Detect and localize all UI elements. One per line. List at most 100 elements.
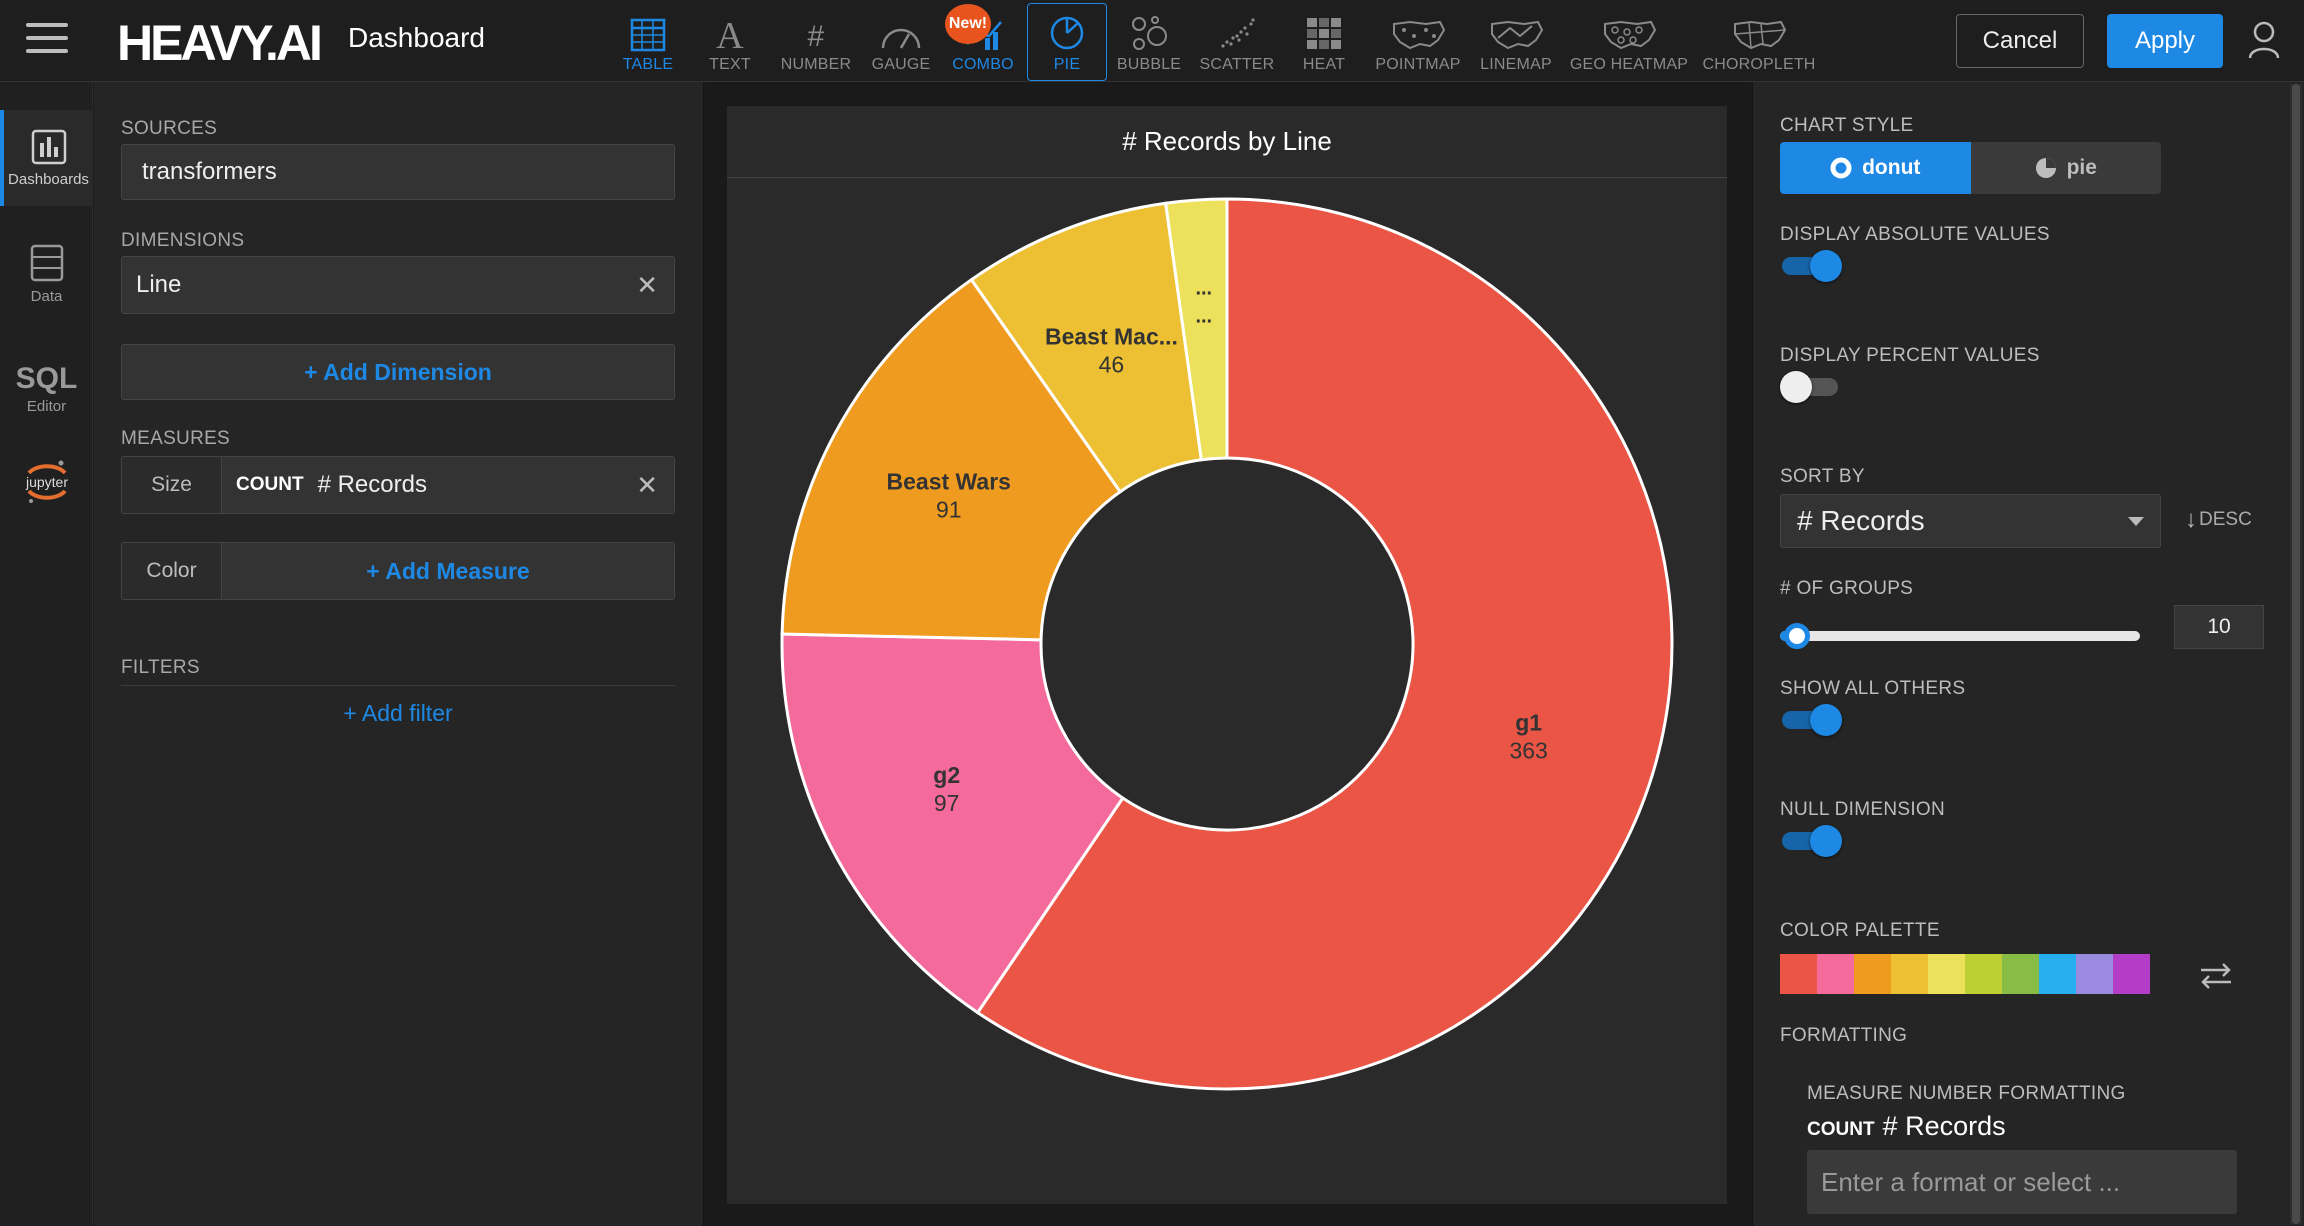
show-all-others-label: SHOW ALL OTHERS: [1780, 678, 1966, 699]
chart-type-text[interactable]: A TEXT: [700, 6, 760, 80]
chart-type-linemap[interactable]: LINEMAP: [1474, 6, 1558, 80]
slice-value: 97: [934, 790, 960, 816]
geo-heatmap-icon: [1604, 20, 1657, 50]
chart-type-bubble[interactable]: BUBBLE: [1114, 6, 1184, 80]
config-panel: SOURCES transformers DIMENSIONS Line ✕ +…: [94, 82, 704, 1226]
palette-swatch: [2113, 954, 2150, 994]
aggregate-label: COUNT: [236, 474, 304, 495]
chart-type-scatter[interactable]: SCATTER: [1194, 6, 1280, 80]
style-pie-button[interactable]: pie: [1970, 142, 2161, 194]
svg-text:jupyter: jupyter: [24, 474, 67, 490]
choropleth-icon: [1734, 20, 1787, 50]
measures-label: MEASURES: [121, 428, 231, 449]
chart-type-pie[interactable]: PIE: [1027, 3, 1107, 81]
svg-text:#: #: [808, 20, 825, 52]
scatter-icon: [1221, 18, 1255, 48]
show-all-others-toggle[interactable]: [1780, 704, 1842, 736]
null-dimension-toggle[interactable]: [1780, 825, 1842, 857]
color-palette[interactable]: [1780, 954, 2150, 994]
palette-swatch: [1817, 954, 1854, 994]
abs-values-toggle[interactable]: [1780, 250, 1842, 282]
remove-dimension-icon[interactable]: ✕: [636, 270, 658, 301]
sources-label: SOURCES: [121, 118, 218, 139]
slice-label: ...: [1195, 306, 1212, 328]
groups-label: # OF GROUPS: [1780, 578, 1914, 599]
pct-values-toggle[interactable]: [1780, 371, 1842, 403]
size-measure-row[interactable]: Size COUNT # Records ✕: [121, 456, 675, 514]
dimension-field[interactable]: Line ✕: [121, 256, 675, 314]
add-filter-link[interactable]: + Add filter: [121, 700, 675, 727]
palette-swatch: [1780, 954, 1817, 994]
pointmap-icon: [1393, 20, 1446, 50]
size-measure-field[interactable]: COUNT # Records ✕: [222, 457, 674, 513]
chart-type-geo-heatmap[interactable]: GEO HEATMAP: [1566, 6, 1692, 80]
chart-type-choropleth[interactable]: CHOROPLETH: [1700, 6, 1818, 80]
chart-style-toggle: donut pie: [1780, 142, 2161, 194]
menu-icon[interactable]: [26, 23, 68, 59]
chart-type-heat[interactable]: HEAT: [1294, 6, 1354, 80]
palette-swatch: [2039, 954, 2076, 994]
measure-number-formatting-label: MEASURE NUMBER FORMATTING: [1807, 1083, 2126, 1104]
sort-by-select[interactable]: # Records: [1780, 494, 2161, 548]
pie-small-icon: [2035, 158, 2056, 178]
groups-slider[interactable]: [1780, 617, 2140, 653]
palette-swatch: [1891, 954, 1928, 994]
format-measure-name: COUNT # Records: [1807, 1111, 2006, 1141]
nav-dashboards[interactable]: Dashboards: [0, 110, 93, 206]
chart-type-number[interactable]: # NUMBER: [775, 6, 857, 80]
add-dimension-button[interactable]: + Add Dimension: [121, 344, 675, 400]
donut-icon: [1830, 157, 1852, 179]
palette-swatch: [2002, 954, 2039, 994]
slice-label: Beast Wars: [887, 468, 1011, 494]
slider-thumb[interactable]: [1784, 623, 1810, 649]
chevron-down-icon: [2128, 517, 2144, 526]
groups-input[interactable]: 10: [2174, 605, 2264, 649]
data-icon: [30, 244, 63, 281]
cancel-button[interactable]: Cancel: [1956, 14, 2084, 68]
style-donut-button[interactable]: donut: [1780, 142, 1971, 194]
slice-label: Beast Mac...: [1045, 323, 1178, 349]
palette-swatch: [1928, 954, 1965, 994]
app-title: Dashboard: [348, 22, 485, 53]
nav-data[interactable]: Data: [0, 226, 93, 322]
arrow-down-icon: ↓: [2185, 506, 2197, 533]
slice-value: 363: [1509, 737, 1547, 763]
slice-label: g2: [933, 762, 960, 788]
palette-swatch: [1965, 954, 2002, 994]
filters-divider: [121, 685, 675, 686]
dimensions-label: DIMENSIONS: [121, 230, 245, 251]
chart-type-table[interactable]: TABLE: [616, 6, 680, 80]
sort-direction-button[interactable]: ↓ DESC: [2185, 506, 2252, 534]
new-badge: New!: [945, 4, 991, 44]
format-input[interactable]: [1807, 1150, 2237, 1214]
palette-swatch: [1854, 954, 1891, 994]
nav-sql-editor[interactable]: SQL Editor: [0, 340, 93, 436]
top-bar: HEAVY.AI Dashboard TABLE A TEXT # NUMBER…: [0, 0, 2304, 82]
chart-card: # Records by Line g1 363 g2 97 Beast Wars 91 B…: [727, 106, 1727, 1204]
slice-label: ...: [1195, 278, 1212, 300]
nav-jupyter[interactable]: jupyter: [0, 440, 93, 524]
formatting-label: FORMATTING: [1780, 1025, 1908, 1046]
palette-swatch: [2076, 954, 2113, 994]
source-field[interactable]: transformers: [121, 144, 675, 200]
left-nav: Dashboards Data SQL Editor jupyter: [0, 82, 93, 1226]
color-measure-row[interactable]: Color + Add Measure: [121, 542, 675, 600]
chart-type-pointmap[interactable]: POINTMAP: [1370, 6, 1466, 80]
filters-label: FILTERS: [121, 657, 200, 678]
svg-text:A: A: [716, 16, 744, 52]
panel-scrollbar[interactable]: [2290, 84, 2302, 1224]
null-dimension-label: NULL DIMENSION: [1780, 799, 1946, 820]
gauge-icon: [881, 28, 921, 49]
swap-icon[interactable]: [2197, 962, 2235, 990]
apply-button[interactable]: Apply: [2107, 14, 2223, 68]
chart-type-gauge[interactable]: GAUGE: [867, 6, 935, 80]
text-icon: A: [716, 16, 744, 52]
size-label: Size: [122, 457, 222, 513]
remove-measure-icon[interactable]: ✕: [636, 470, 658, 501]
user-icon[interactable]: [2248, 20, 2280, 60]
abs-values-label: DISPLAY ABSOLUTE VALUES: [1780, 224, 2050, 245]
add-measure-button[interactable]: + Add Measure: [222, 543, 674, 599]
chart-title: # Records by Line: [727, 106, 1727, 178]
color-label: Color: [122, 543, 222, 599]
chart-area: # Records by Line g1 363 g2 97 Beast Wars 91 B…: [705, 82, 1751, 1226]
